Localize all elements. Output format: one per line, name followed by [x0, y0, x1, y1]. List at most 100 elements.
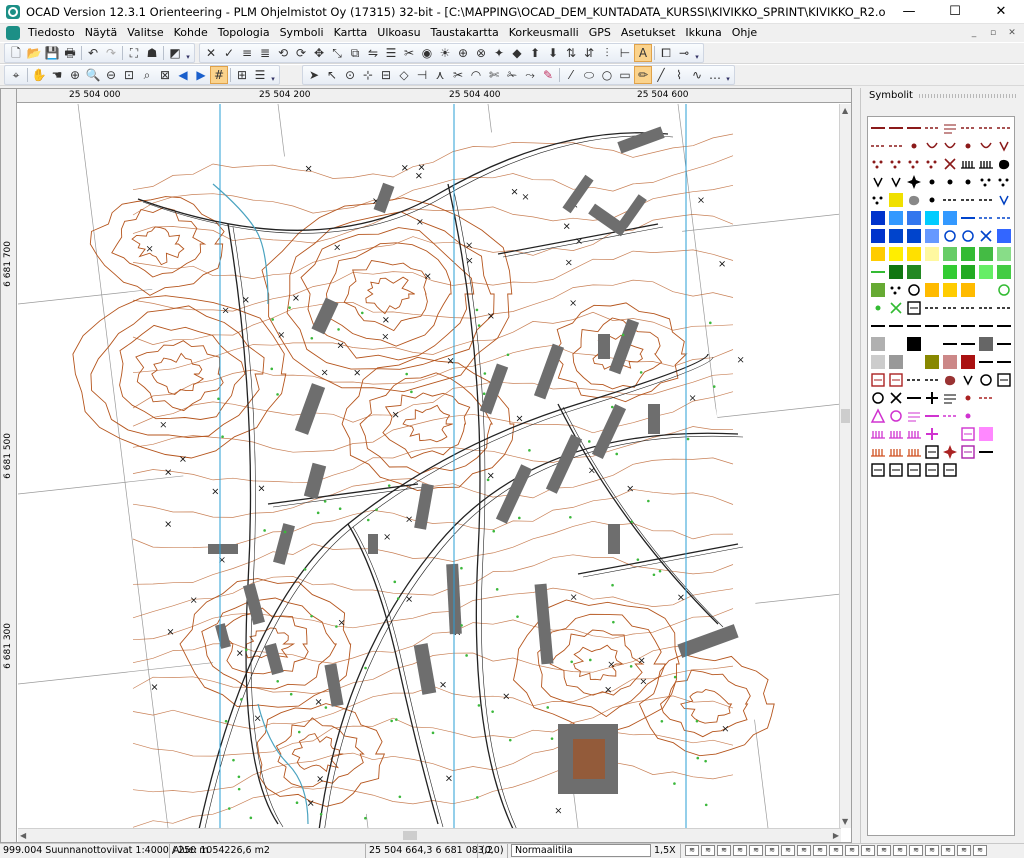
symbol-swatch[interactable] — [869, 299, 887, 317]
maximize-button[interactable]: ☐ — [932, 0, 978, 24]
rotate-2-icon[interactable]: ⟳ — [292, 44, 310, 62]
select-vertex-icon[interactable]: ↖ — [323, 66, 341, 84]
symbol-swatch[interactable] — [905, 209, 923, 227]
symbol-swatch[interactable] — [905, 173, 923, 191]
toolbar-overflow-2-icon[interactable]: ▾ — [693, 45, 701, 61]
align-2-icon[interactable]: ≣ — [256, 44, 274, 62]
corner-vertex-icon[interactable]: ◇ — [395, 66, 413, 84]
symbol-swatch[interactable] — [995, 461, 1013, 479]
draw-curve-icon[interactable]: ⁄ — [562, 66, 580, 84]
symbol-swatch[interactable] — [923, 155, 941, 173]
snap-icon[interactable]: ⊸ — [675, 44, 693, 62]
more-tools-icon[interactable]: … — [706, 66, 724, 84]
symbol-swatch[interactable] — [995, 299, 1013, 317]
symbol-swatch[interactable] — [905, 425, 923, 443]
symbol-swatch[interactable] — [941, 425, 959, 443]
symbol-swatch[interactable] — [995, 173, 1013, 191]
transform-icon[interactable]: ⧉ — [346, 44, 364, 62]
menu-nayta[interactable]: Näytä — [80, 24, 123, 42]
symbol-swatch[interactable] — [905, 137, 923, 155]
layer-toggle-9-icon[interactable]: ≋ — [813, 845, 827, 856]
symbol-swatch[interactable] — [887, 371, 905, 389]
symbol-swatch[interactable] — [959, 425, 977, 443]
arc-icon[interactable]: ◠ — [467, 66, 485, 84]
symbol-swatch[interactable] — [941, 335, 959, 353]
symbol-swatch[interactable] — [977, 443, 995, 461]
symbol-swatch[interactable] — [941, 263, 959, 281]
symbol-swatch[interactable] — [905, 227, 923, 245]
minimize-button[interactable]: — — [886, 0, 932, 24]
symbol-swatch[interactable] — [959, 137, 977, 155]
symbol-swatch[interactable] — [923, 371, 941, 389]
symbol-swatch[interactable] — [923, 299, 941, 317]
symbol-swatch[interactable] — [959, 209, 977, 227]
menu-kartta[interactable]: Kartta — [329, 24, 373, 42]
symbol-swatch[interactable] — [869, 155, 887, 173]
close-button[interactable]: ✕ — [978, 0, 1024, 24]
new-file-icon[interactable]: 🗋 — [7, 44, 25, 62]
symbol-swatch[interactable] — [905, 389, 923, 407]
symbol-swatch[interactable] — [941, 245, 959, 263]
menu-ohje[interactable]: Ohje — [727, 24, 762, 42]
symbol-swatch[interactable] — [995, 245, 1013, 263]
symbol-swatch[interactable] — [941, 443, 959, 461]
zoom-fit-icon[interactable]: ⌕ — [138, 66, 156, 84]
symbol-swatch[interactable] — [959, 461, 977, 479]
toolbar-overflow-icon[interactable]: ▾ — [184, 45, 192, 61]
symbol-swatch[interactable] — [995, 119, 1013, 137]
draw-rectangle-icon[interactable]: ▭ — [616, 66, 634, 84]
duplicate-icon[interactable]: ⧠ — [657, 44, 675, 62]
symbol-swatch[interactable] — [923, 335, 941, 353]
measure-icon[interactable]: ⊢ — [616, 44, 634, 62]
symbol-swatch[interactable] — [887, 317, 905, 335]
symbol-swatch[interactable] — [923, 425, 941, 443]
menu-korkeusmalli[interactable]: Korkeusmalli — [504, 24, 584, 42]
pan-hand-icon[interactable]: ✋ — [30, 66, 48, 84]
symbol-swatch[interactable] — [905, 191, 923, 209]
symbol-swatch[interactable] — [869, 335, 887, 353]
order-2-icon[interactable]: ⇵ — [580, 44, 598, 62]
symbol-swatch[interactable] — [941, 353, 959, 371]
symbol-swatch[interactable] — [959, 371, 977, 389]
symbol-swatch[interactable] — [905, 155, 923, 173]
symbol-swatch[interactable] — [959, 263, 977, 281]
zoom-icon[interactable]: 🔍 — [84, 66, 102, 84]
map-view[interactable]: 25 504 000 25 504 200 25 504 400 25 504 … — [0, 88, 852, 843]
symbol-swatch[interactable] — [977, 227, 995, 245]
stretch-icon[interactable]: ⤡ — [328, 44, 346, 62]
symbol-swatch[interactable] — [977, 245, 995, 263]
menu-taustakartta[interactable]: Taustakartta — [426, 24, 504, 42]
symbol-swatch[interactable] — [995, 389, 1013, 407]
ocad-app-icon[interactable] — [6, 4, 20, 19]
symbol-swatch[interactable] — [869, 227, 887, 245]
symbol-swatch[interactable] — [977, 263, 995, 281]
layer-toggle-7-icon[interactable]: ≋ — [781, 845, 795, 856]
symbol-swatch[interactable] — [905, 461, 923, 479]
layer-toggle-3-icon[interactable]: ≋ — [717, 845, 731, 856]
symbol-swatch[interactable] — [887, 281, 905, 299]
symbol-swatch[interactable] — [887, 407, 905, 425]
symbol-swatch[interactable] — [959, 227, 977, 245]
layer-toggle-icon[interactable]: ≋ — [685, 845, 699, 856]
symbol-swatch[interactable] — [995, 407, 1013, 425]
symbol-swatch[interactable] — [923, 263, 941, 281]
symbol-swatch[interactable] — [977, 209, 995, 227]
symbol-swatch[interactable] — [941, 317, 959, 335]
layer-toggle-8-icon[interactable]: ≋ — [797, 845, 811, 856]
symbol-swatch[interactable] — [941, 461, 959, 479]
symbol-swatch[interactable] — [869, 353, 887, 371]
split-icon[interactable]: ✂ — [400, 44, 418, 62]
break-icon[interactable]: ⋏ — [431, 66, 449, 84]
symbol-swatch[interactable] — [869, 137, 887, 155]
scroll-up-icon[interactable]: ▲ — [842, 106, 848, 115]
symbol-swatch[interactable] — [959, 173, 977, 191]
align-icon[interactable]: ≡ — [238, 44, 256, 62]
symbol-swatch[interactable] — [995, 263, 1013, 281]
symbol-swatch[interactable] — [995, 371, 1013, 389]
mdi-restore-button[interactable]: ▫ — [985, 26, 1001, 40]
symbol-swatch[interactable] — [887, 335, 905, 353]
zoom-extent-icon[interactable]: ⊡ — [120, 66, 138, 84]
symbol-swatch[interactable] — [959, 119, 977, 137]
delete-icon[interactable]: ✕ — [202, 44, 220, 62]
select-arrow-icon[interactable]: ➤ — [305, 66, 323, 84]
